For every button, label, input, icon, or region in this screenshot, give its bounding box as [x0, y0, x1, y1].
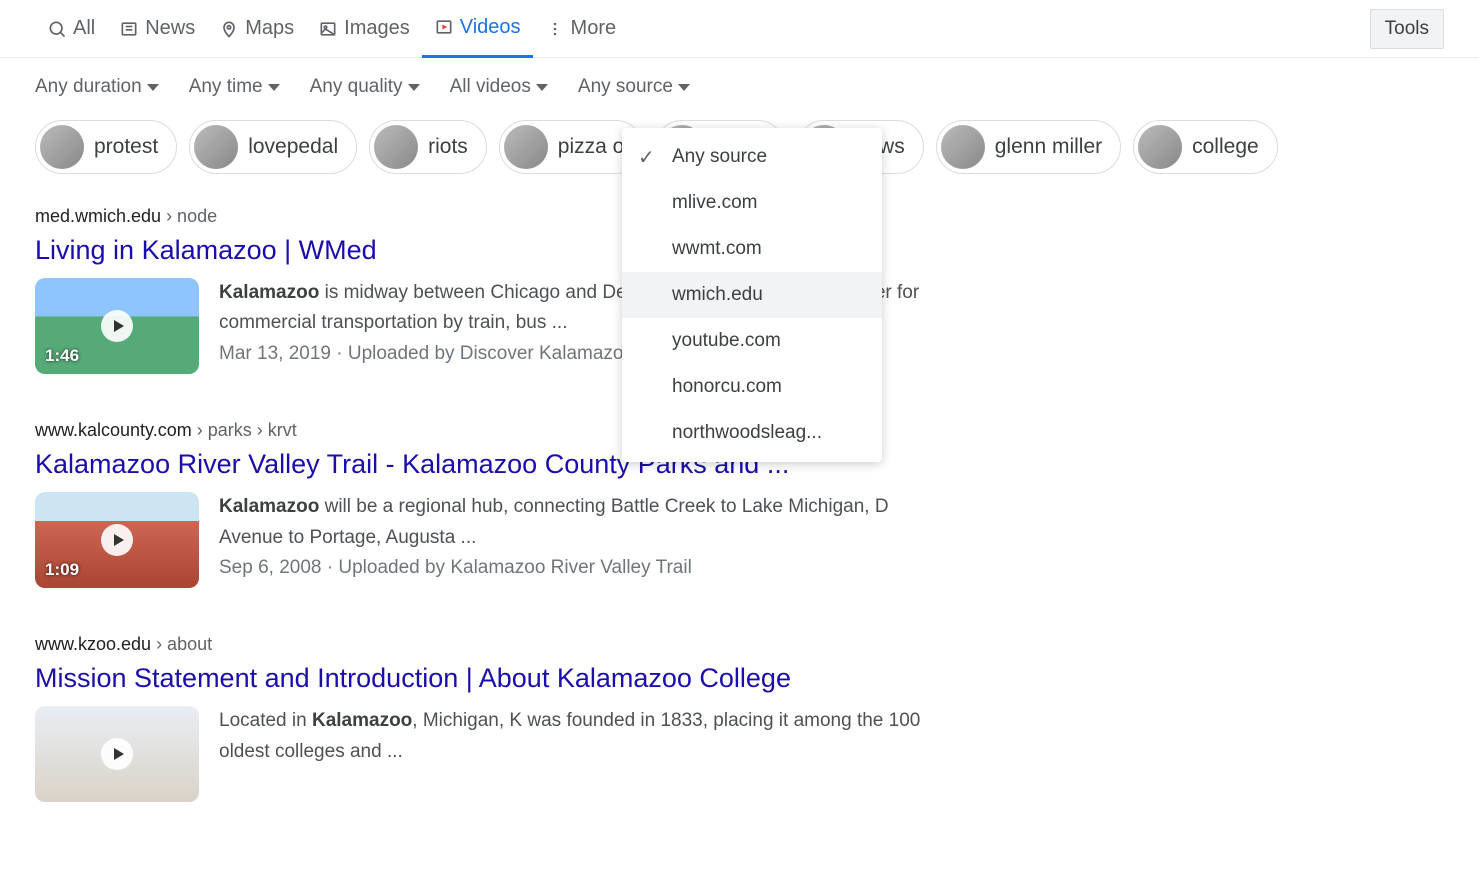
result-title[interactable]: Mission Statement and Introduction | Abo…: [35, 661, 955, 696]
play-icon: [101, 738, 133, 770]
filter-duration[interactable]: Any duration: [35, 76, 159, 98]
filter-quality[interactable]: Any quality: [310, 76, 420, 98]
pin-icon: [219, 19, 239, 39]
tab-all-label: All: [73, 17, 95, 40]
video-thumbnail[interactable]: [35, 706, 199, 802]
filter-row: Any duration Any time Any quality All vi…: [0, 58, 1479, 98]
source-option[interactable]: wwmt.com: [622, 226, 882, 272]
tab-images-label: Images: [344, 17, 410, 40]
chip-thumbnail: [374, 125, 418, 169]
video-icon: [434, 17, 454, 37]
chip-thumbnail: [504, 125, 548, 169]
tab-more[interactable]: More: [533, 0, 629, 58]
source-option[interactable]: youtube.com: [622, 318, 882, 364]
tab-all[interactable]: All: [35, 0, 107, 58]
search-icon: [47, 19, 67, 39]
news-icon: [119, 19, 139, 39]
related-chip[interactable]: college: [1133, 120, 1278, 174]
source-option[interactable]: ✓Any source: [622, 134, 882, 180]
source-option[interactable]: northwoodsleag...: [622, 410, 882, 456]
result-meta: Sep 6, 2008 · Uploaded by Kalamazoo Rive…: [219, 557, 955, 579]
check-icon: ✓: [638, 145, 655, 170]
result-snippet: Located in Kalamazoo, Michigan, K was fo…: [219, 706, 955, 767]
tab-maps[interactable]: Maps: [207, 0, 306, 58]
filter-time[interactable]: Any time: [189, 76, 280, 98]
video-thumbnail[interactable]: 1:09: [35, 492, 199, 588]
source-dropdown: ✓Any sourcemlive.comwwmt.comwmich.eduyou…: [622, 128, 882, 462]
more-icon: [545, 19, 565, 39]
caret-down-icon: [268, 84, 280, 91]
filter-source[interactable]: Any source: [578, 76, 690, 98]
chip-thumbnail: [941, 125, 985, 169]
image-icon: [318, 19, 338, 39]
tab-images[interactable]: Images: [306, 0, 422, 58]
tab-more-label: More: [571, 17, 617, 40]
chip-thumbnail: [40, 125, 84, 169]
play-icon: [101, 524, 133, 556]
video-duration: 1:09: [45, 560, 79, 580]
chip-thumbnail: [1138, 125, 1182, 169]
result-snippet: Kalamazoo will be a regional hub, connec…: [219, 492, 955, 553]
chip-thumbnail: [194, 125, 238, 169]
caret-down-icon: [408, 84, 420, 91]
search-tabs: All News Maps Images Videos More Tools: [0, 0, 1479, 58]
related-chip[interactable]: protest: [35, 120, 177, 174]
caret-down-icon: [678, 84, 690, 91]
tab-videos-label: Videos: [460, 16, 521, 39]
caret-down-icon: [147, 84, 159, 91]
source-option[interactable]: wmich.edu: [622, 272, 882, 318]
source-option[interactable]: mlive.com: [622, 180, 882, 226]
source-option[interactable]: honorcu.com: [622, 364, 882, 410]
tab-news[interactable]: News: [107, 0, 207, 58]
related-chip[interactable]: riots: [369, 120, 487, 174]
filter-videos[interactable]: All videos: [450, 76, 548, 98]
video-thumbnail[interactable]: 1:46: [35, 278, 199, 374]
play-icon: [101, 310, 133, 342]
tab-videos[interactable]: Videos: [422, 0, 533, 58]
search-result: www.kzoo.edu › about Mission Statement an…: [35, 634, 955, 802]
result-url[interactable]: www.kzoo.edu › about: [35, 634, 955, 655]
video-duration: 1:46: [45, 346, 79, 366]
tools-button[interactable]: Tools: [1370, 9, 1444, 49]
tab-maps-label: Maps: [245, 17, 294, 40]
tab-news-label: News: [145, 17, 195, 40]
caret-down-icon: [536, 84, 548, 91]
related-chip[interactable]: lovepedal: [189, 120, 357, 174]
related-chip[interactable]: glenn miller: [936, 120, 1121, 174]
